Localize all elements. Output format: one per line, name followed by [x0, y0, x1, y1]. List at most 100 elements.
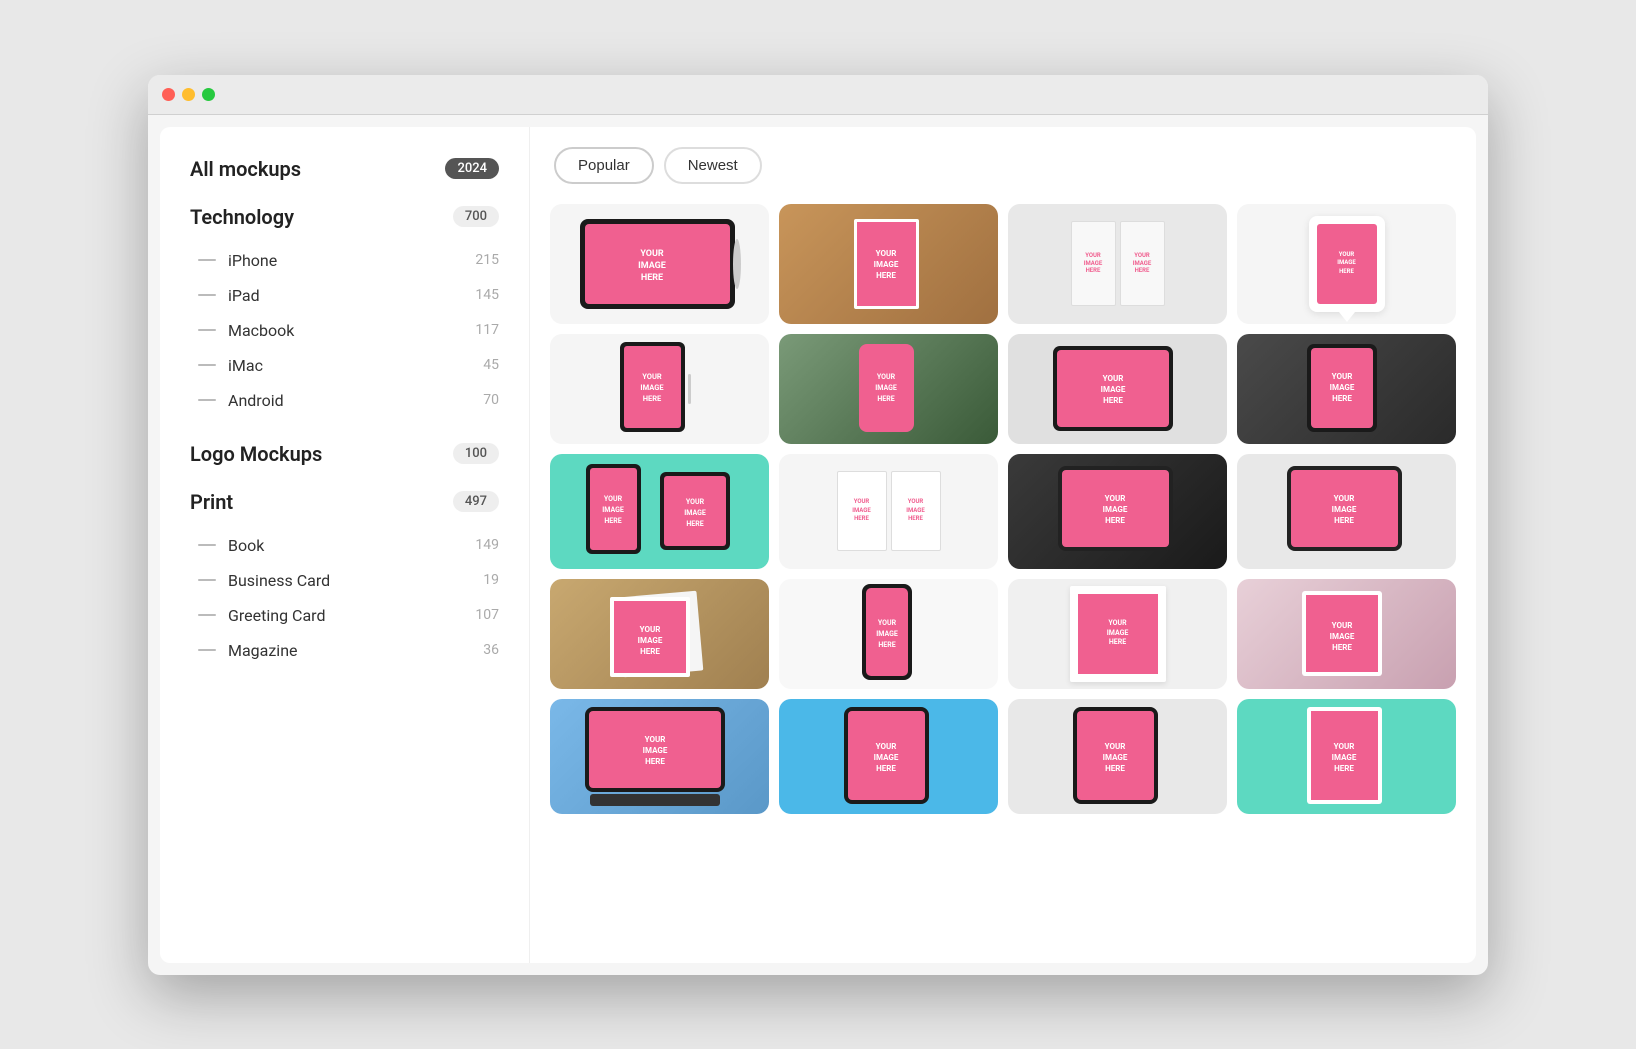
mockup-item-13[interactable]: YOUR IMAGE HERE — [550, 579, 769, 689]
dash-icon — [198, 259, 216, 261]
mockup-item-15[interactable]: YOURIMAGEHERE — [1008, 579, 1227, 689]
sidebar-item-ipad[interactable]: iPad 145 — [198, 278, 499, 313]
mockup-item-17[interactable]: YOUR IMAGE HERE — [550, 699, 769, 814]
svg-text:IMAGE: IMAGE — [638, 261, 666, 271]
ipad-count: 145 — [475, 287, 499, 303]
svg-text:HERE: HERE — [1334, 764, 1354, 773]
sidebar-logo-section: Logo Mockups 100 — [190, 442, 499, 466]
dash-icon — [198, 364, 216, 366]
close-button[interactable] — [162, 88, 175, 101]
sidebar-item-greeting-card[interactable]: Greeting Card 107 — [198, 598, 499, 633]
technology-badge: 700 — [453, 206, 499, 227]
content-area: Popular Newest YOUR IMAGE — [530, 127, 1476, 963]
sidebar-all-mockups: All mockups 2024 — [190, 157, 499, 181]
dash-icon — [198, 399, 216, 401]
magazine-label: Magazine — [228, 641, 298, 660]
svg-text:YOUR: YOUR — [876, 373, 895, 381]
svg-text:HERE: HERE — [876, 764, 896, 773]
svg-text:IMAGE: IMAGE — [876, 630, 898, 638]
greeting-card-count: 107 — [475, 607, 499, 623]
dash-icon — [198, 544, 216, 546]
mockup-item-10[interactable]: YOURIMAGEHERE YOURIMAGEHERE — [779, 454, 998, 569]
svg-text:HERE: HERE — [604, 517, 621, 525]
sidebar-item-macbook[interactable]: Macbook 117 — [198, 313, 499, 348]
business-card-label: Business Card — [228, 571, 330, 590]
sidebar-item-book[interactable]: Book 149 — [198, 528, 499, 563]
sidebar-item-imac[interactable]: iMac 45 — [198, 348, 499, 383]
svg-text:YOUR: YOUR — [1331, 372, 1352, 381]
mockup-item-12[interactable]: YOUR IMAGE HERE — [1237, 454, 1456, 569]
dash-icon — [198, 649, 216, 651]
sidebar-item-iphone[interactable]: iPhone 215 — [198, 243, 499, 278]
print-category[interactable]: Print 497 — [190, 490, 499, 514]
mockup-item-18[interactable]: YOUR IMAGE HERE — [779, 699, 998, 814]
app-window: All mockups 2024 Technology 700 iPhone — [148, 75, 1488, 975]
svg-text:IMAGE: IMAGE — [642, 746, 667, 755]
svg-text:YOUR: YOUR — [877, 619, 896, 627]
svg-text:YOUR: YOUR — [1104, 494, 1125, 503]
popular-filter-button[interactable]: Popular — [554, 147, 654, 184]
mockup-item-11[interactable]: YOUR IMAGE HERE — [1008, 454, 1227, 569]
svg-text:HERE: HERE — [878, 641, 895, 649]
mockup-item-2[interactable]: YOUR IMAGE HERE — [779, 204, 998, 324]
mockup-item-8[interactable]: YOUR IMAGE HERE — [1237, 334, 1456, 444]
svg-text:YOUR: YOUR — [640, 249, 664, 259]
mockup-item-7[interactable]: YOUR IMAGE HERE — [1008, 334, 1227, 444]
svg-text:HERE: HERE — [640, 647, 660, 656]
all-mockups-category[interactable]: All mockups 2024 — [190, 157, 499, 181]
svg-text:YOUR: YOUR — [1102, 374, 1123, 383]
print-sub-items: Book 149 Business Card 19 — [190, 528, 499, 668]
svg-text:IMAGE: IMAGE — [1329, 383, 1354, 392]
android-label: Android — [228, 391, 284, 410]
mockup-item-3[interactable]: YOURIMAGEHERE YOURIMAGEHERE — [1008, 204, 1227, 324]
svg-text:YOUR: YOUR — [875, 742, 896, 751]
imac-label: iMac — [228, 356, 263, 375]
svg-text:YOUR: YOUR — [1331, 621, 1352, 630]
svg-text:HERE: HERE — [1103, 396, 1123, 405]
dash-icon — [198, 329, 216, 331]
mockup-item-9[interactable]: YOUR IMAGE HERE YOUR IMAGE HERE — [550, 454, 769, 569]
mockup-item-1[interactable]: YOUR IMAGE HERE — [550, 204, 769, 324]
svg-text:IMAGE: IMAGE — [1102, 505, 1127, 514]
macbook-label: Macbook — [228, 321, 294, 340]
svg-text:HERE: HERE — [645, 757, 665, 766]
sidebar-item-business-card[interactable]: Business Card 19 — [198, 563, 499, 598]
all-mockups-badge: 2024 — [445, 158, 499, 179]
mockup-item-14[interactable]: YOUR IMAGE HERE — [779, 579, 998, 689]
logo-category[interactable]: Logo Mockups 100 — [190, 442, 499, 466]
minimize-button[interactable] — [182, 88, 195, 101]
newest-filter-button[interactable]: Newest — [664, 147, 762, 184]
svg-text:IMAGE: IMAGE — [602, 506, 624, 514]
svg-text:IMAGE: IMAGE — [875, 384, 897, 392]
sidebar-item-magazine[interactable]: Magazine 36 — [198, 633, 499, 668]
dash-icon — [198, 579, 216, 581]
android-count: 70 — [483, 392, 499, 408]
svg-text:HERE: HERE — [1105, 516, 1125, 525]
svg-text:YOUR: YOUR — [1104, 742, 1125, 751]
mockup-item-5[interactable]: YOUR IMAGE HERE — [550, 334, 769, 444]
book-label: Book — [228, 536, 264, 555]
svg-text:HERE: HERE — [1332, 394, 1352, 403]
sidebar: All mockups 2024 Technology 700 iPhone — [160, 127, 530, 963]
maximize-button[interactable] — [202, 88, 215, 101]
grid-area: YOUR IMAGE HERE — [530, 194, 1476, 963]
mockup-item-16[interactable]: YOUR IMAGE HERE — [1237, 579, 1456, 689]
technology-label: Technology — [190, 205, 294, 229]
mockup-item-19[interactable]: YOUR IMAGE HERE — [1008, 699, 1227, 814]
svg-text:IMAGE: IMAGE — [637, 636, 662, 645]
sidebar-print-section: Print 497 Book 149 Business Ca — [190, 490, 499, 668]
svg-text:YOUR: YOUR — [642, 372, 662, 381]
svg-text:YOUR: YOUR — [644, 735, 665, 744]
svg-text:YOUR: YOUR — [1333, 494, 1354, 503]
ipad-label: iPad — [228, 286, 260, 305]
svg-text:YOUR: YOUR — [603, 495, 622, 503]
svg-text:YOUR: YOUR — [685, 498, 704, 506]
greeting-card-label: Greeting Card — [228, 606, 325, 625]
sidebar-item-android[interactable]: Android 70 — [198, 383, 499, 418]
mockup-item-6[interactable]: YOUR IMAGE HERE — [779, 334, 998, 444]
macbook-count: 117 — [475, 322, 499, 338]
mockup-item-20[interactable]: YOUR IMAGE HERE — [1237, 699, 1456, 814]
technology-category[interactable]: Technology 700 — [190, 205, 499, 229]
mockup-item-4[interactable]: YOURIMAGEHERE — [1237, 204, 1456, 324]
svg-text:IMAGE: IMAGE — [873, 753, 898, 762]
